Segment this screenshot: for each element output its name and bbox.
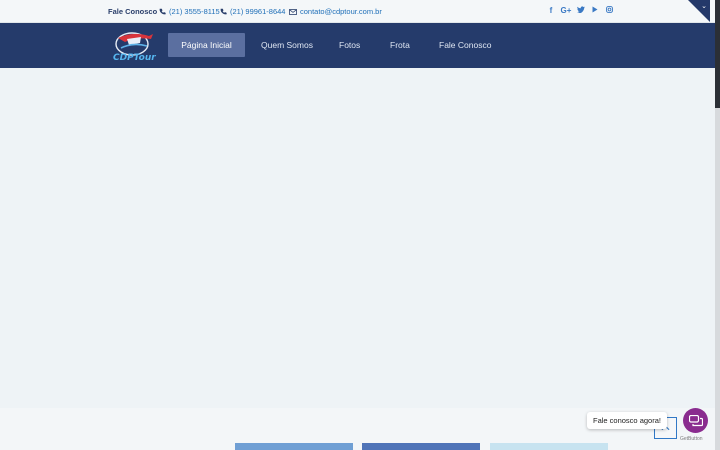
getbutton-brand[interactable]: GetButton [680, 436, 703, 442]
nav-item-quem-somos[interactable]: Quem Somos [261, 33, 313, 57]
facebook-icon[interactable]: f [544, 5, 558, 17]
twitter-icon[interactable] [574, 5, 588, 17]
phone-2[interactable]: (21) 99961-8644 [220, 7, 285, 16]
top-bar: Fale Conosco (21) 3555-8115 (21) 99961-8… [0, 0, 715, 23]
social-links: f G+ [544, 5, 616, 17]
chat-tooltip[interactable]: Fale conosco agora! [587, 412, 667, 429]
nav-item-pagina-inicial[interactable]: Página Inicial [168, 33, 245, 57]
phone-icon [159, 8, 166, 15]
feature-card[interactable] [362, 443, 480, 450]
nav-item-frota[interactable]: Frota [390, 33, 410, 57]
nav-item-fotos[interactable]: Fotos [339, 33, 360, 57]
instagram-icon[interactable] [602, 5, 616, 17]
phone-1[interactable]: (21) 3555-8115 [159, 7, 220, 16]
chat-button[interactable] [683, 408, 708, 433]
email-text: contato@cdptour.com.br [300, 7, 382, 16]
envelope-icon [289, 8, 297, 15]
phone-icon [220, 8, 227, 15]
hero-section [0, 68, 715, 408]
email-link[interactable]: contato@cdptour.com.br [289, 7, 382, 16]
feature-card[interactable] [490, 443, 608, 450]
chat-icon [688, 414, 703, 426]
contact-label[interactable]: Fale Conosco [108, 7, 157, 16]
phone-1-text: (21) 3555-8115 [169, 7, 220, 16]
scrollbar-thumb[interactable] [715, 0, 720, 108]
main-navbar: CDPTour Página Inicial Quem Somos Fotos … [0, 23, 715, 68]
feature-card[interactable] [235, 443, 353, 450]
google-plus-icon[interactable]: G+ [558, 5, 574, 17]
logo-text: CDPTour [113, 53, 156, 63]
nav-item-fale-conosco[interactable]: Fale Conosco [439, 33, 491, 57]
chevron-down-icon: ⌄ [701, 3, 707, 10]
youtube-icon[interactable] [588, 5, 602, 17]
cdptour-logo[interactable]: CDPTour [111, 29, 157, 63]
scrollbar-track[interactable] [715, 0, 720, 450]
phone-2-text: (21) 99961-8644 [230, 7, 286, 16]
